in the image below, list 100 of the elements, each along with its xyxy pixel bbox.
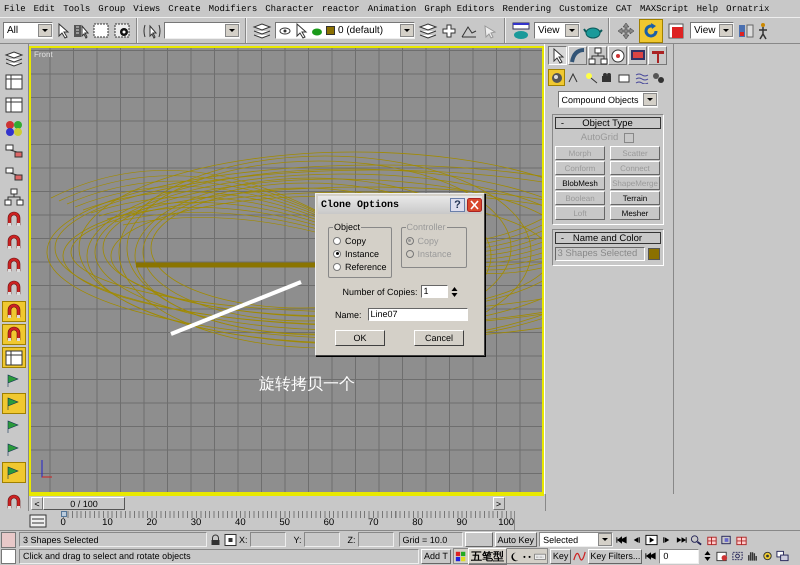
transform-mode-icon[interactable] <box>224 534 237 546</box>
dialog-button[interactable]: Cancel <box>414 330 464 346</box>
key-filters-button[interactable]: Key Filters... <box>588 548 642 564</box>
maximize-viewport-icon[interactable] <box>776 550 790 562</box>
menu-item[interactable]: Tools <box>63 4 90 14</box>
menu-item[interactable]: Customize <box>559 4 608 14</box>
help-button[interactable]: ? <box>450 198 465 212</box>
layer-dropdown[interactable]: 0 (default) <box>275 22 415 39</box>
color-swatch[interactable] <box>648 248 660 260</box>
selection-filter-dropdown[interactable]: All <box>3 22 53 39</box>
menu-item[interactable]: Ornatrix <box>726 4 770 14</box>
geometry-icon[interactable] <box>550 72 562 84</box>
zoom-icon[interactable] <box>690 534 704 546</box>
layer-manager-icon[interactable] <box>418 22 438 40</box>
time-config-icon[interactable] <box>716 550 730 562</box>
select-by-name-icon[interactable] <box>73 22 89 38</box>
zoom-extents-icon[interactable] <box>720 534 734 546</box>
time-slider[interactable]: 0 / 100 <box>43 497 125 510</box>
rollout-header[interactable]: - Name and Color <box>554 232 660 244</box>
window-crossing-icon[interactable] <box>113 22 131 40</box>
key-mode-dropdown[interactable]: Selected <box>539 532 614 547</box>
menu-item[interactable]: Rendering <box>502 4 552 14</box>
add-time-tag-button[interactable]: Add T <box>421 548 451 564</box>
play-icon[interactable] <box>645 534 658 546</box>
menu-item[interactable]: Edit <box>34 4 56 14</box>
toggle-panel-icon[interactable] <box>4 96 24 114</box>
link-icon[interactable] <box>4 142 24 160</box>
radio-button[interactable] <box>333 250 341 258</box>
previous-frame-button[interactable]: < <box>31 497 43 510</box>
object-type-button[interactable]: BlobMesh <box>555 176 605 190</box>
shapes-icon[interactable] <box>566 72 580 84</box>
dialog-button[interactable]: OK <box>335 330 385 346</box>
menu-item[interactable]: Character <box>265 4 314 14</box>
object-type-button[interactable]: Mesher <box>610 206 660 220</box>
x-field[interactable] <box>250 532 286 547</box>
spinner-icon[interactable] <box>450 286 458 298</box>
eye-icon[interactable] <box>279 26 291 36</box>
radio-label[interactable]: Reference <box>345 262 387 272</box>
modify-icon[interactable] <box>570 48 586 64</box>
region-select-icon[interactable] <box>92 22 110 40</box>
menu-item[interactable]: Views <box>133 4 160 14</box>
render-type-dropdown[interactable]: View <box>534 22 580 39</box>
spheres-icon[interactable] <box>4 118 24 136</box>
lights-icon[interactable] <box>584 72 598 84</box>
cursor-icon[interactable] <box>294 22 308 38</box>
category-dropdown[interactable]: Compound Objects <box>558 91 658 108</box>
link-icon[interactable] <box>4 164 24 182</box>
menu-item[interactable]: Group <box>98 4 126 14</box>
schematic-icon[interactable] <box>4 72 24 90</box>
time-cursor[interactable] <box>61 511 67 517</box>
next-frame-button[interactable]: > <box>492 497 504 510</box>
input-method-bar[interactable]: 五笔型 <box>452 548 548 564</box>
motion-icon[interactable] <box>610 48 626 64</box>
auto-key-button[interactable]: Auto Key <box>494 532 538 547</box>
systems-icon[interactable] <box>652 72 666 84</box>
menu-item[interactable]: reactor <box>322 4 360 14</box>
figure-icon[interactable] <box>758 22 768 40</box>
menu-item[interactable]: Create <box>168 4 201 14</box>
name-field[interactable]: Line07 <box>368 308 468 321</box>
add-icon[interactable] <box>441 22 457 38</box>
space-warps-icon[interactable] <box>634 72 648 84</box>
rotate-icon[interactable] <box>642 22 660 40</box>
menu-item[interactable]: File <box>4 4 26 14</box>
lock-icon[interactable] <box>209 534 222 546</box>
menu-item[interactable]: Modifiers <box>208 4 258 14</box>
frame-field[interactable]: 0 <box>659 548 700 564</box>
set-key-button[interactable]: Key <box>550 548 572 564</box>
schematic-icon[interactable] <box>4 348 24 366</box>
ime-logo-icon[interactable] <box>454 550 467 562</box>
hierarchy-icon[interactable] <box>588 46 608 64</box>
color-square-icon[interactable] <box>326 26 335 35</box>
time-tag-button[interactable] <box>464 532 493 547</box>
curve-icon[interactable] <box>573 549 586 563</box>
scale-icon[interactable] <box>667 22 685 40</box>
menu-item[interactable]: Help <box>696 4 718 14</box>
menu-item[interactable]: Animation <box>368 4 416 14</box>
coordinate-system-dropdown[interactable]: View <box>690 22 734 39</box>
render-scene-icon[interactable] <box>511 22 531 40</box>
close-icon[interactable] <box>467 198 482 212</box>
track-bar-icon[interactable] <box>28 514 46 528</box>
layers-icon[interactable] <box>252 22 272 40</box>
go-to-start-icon[interactable] <box>615 534 628 546</box>
move-icon[interactable] <box>617 22 635 40</box>
radio-button[interactable] <box>333 236 341 244</box>
create-icon[interactable] <box>550 48 564 64</box>
radio-button[interactable] <box>333 262 341 270</box>
menu-item[interactable]: MAXScript <box>640 4 689 14</box>
z-field[interactable] <box>358 532 394 547</box>
named-selection-dropdown[interactable] <box>164 22 240 39</box>
menu-item[interactable]: CAT <box>616 4 632 14</box>
rollout-header[interactable]: - Object Type <box>554 117 660 129</box>
layers-icon[interactable] <box>4 50 24 68</box>
radio-label[interactable]: Copy <box>345 236 366 246</box>
copies-field[interactable]: 1 <box>420 285 448 298</box>
key-mode-toggle-icon[interactable] <box>644 550 658 562</box>
object-type-button[interactable]: Terrain <box>610 191 660 205</box>
mirror-icon[interactable] <box>737 22 755 40</box>
input-mode-button[interactable]: 五笔型 <box>468 548 507 564</box>
helpers-icon[interactable] <box>618 72 632 84</box>
orbit-icon[interactable] <box>761 550 774 562</box>
